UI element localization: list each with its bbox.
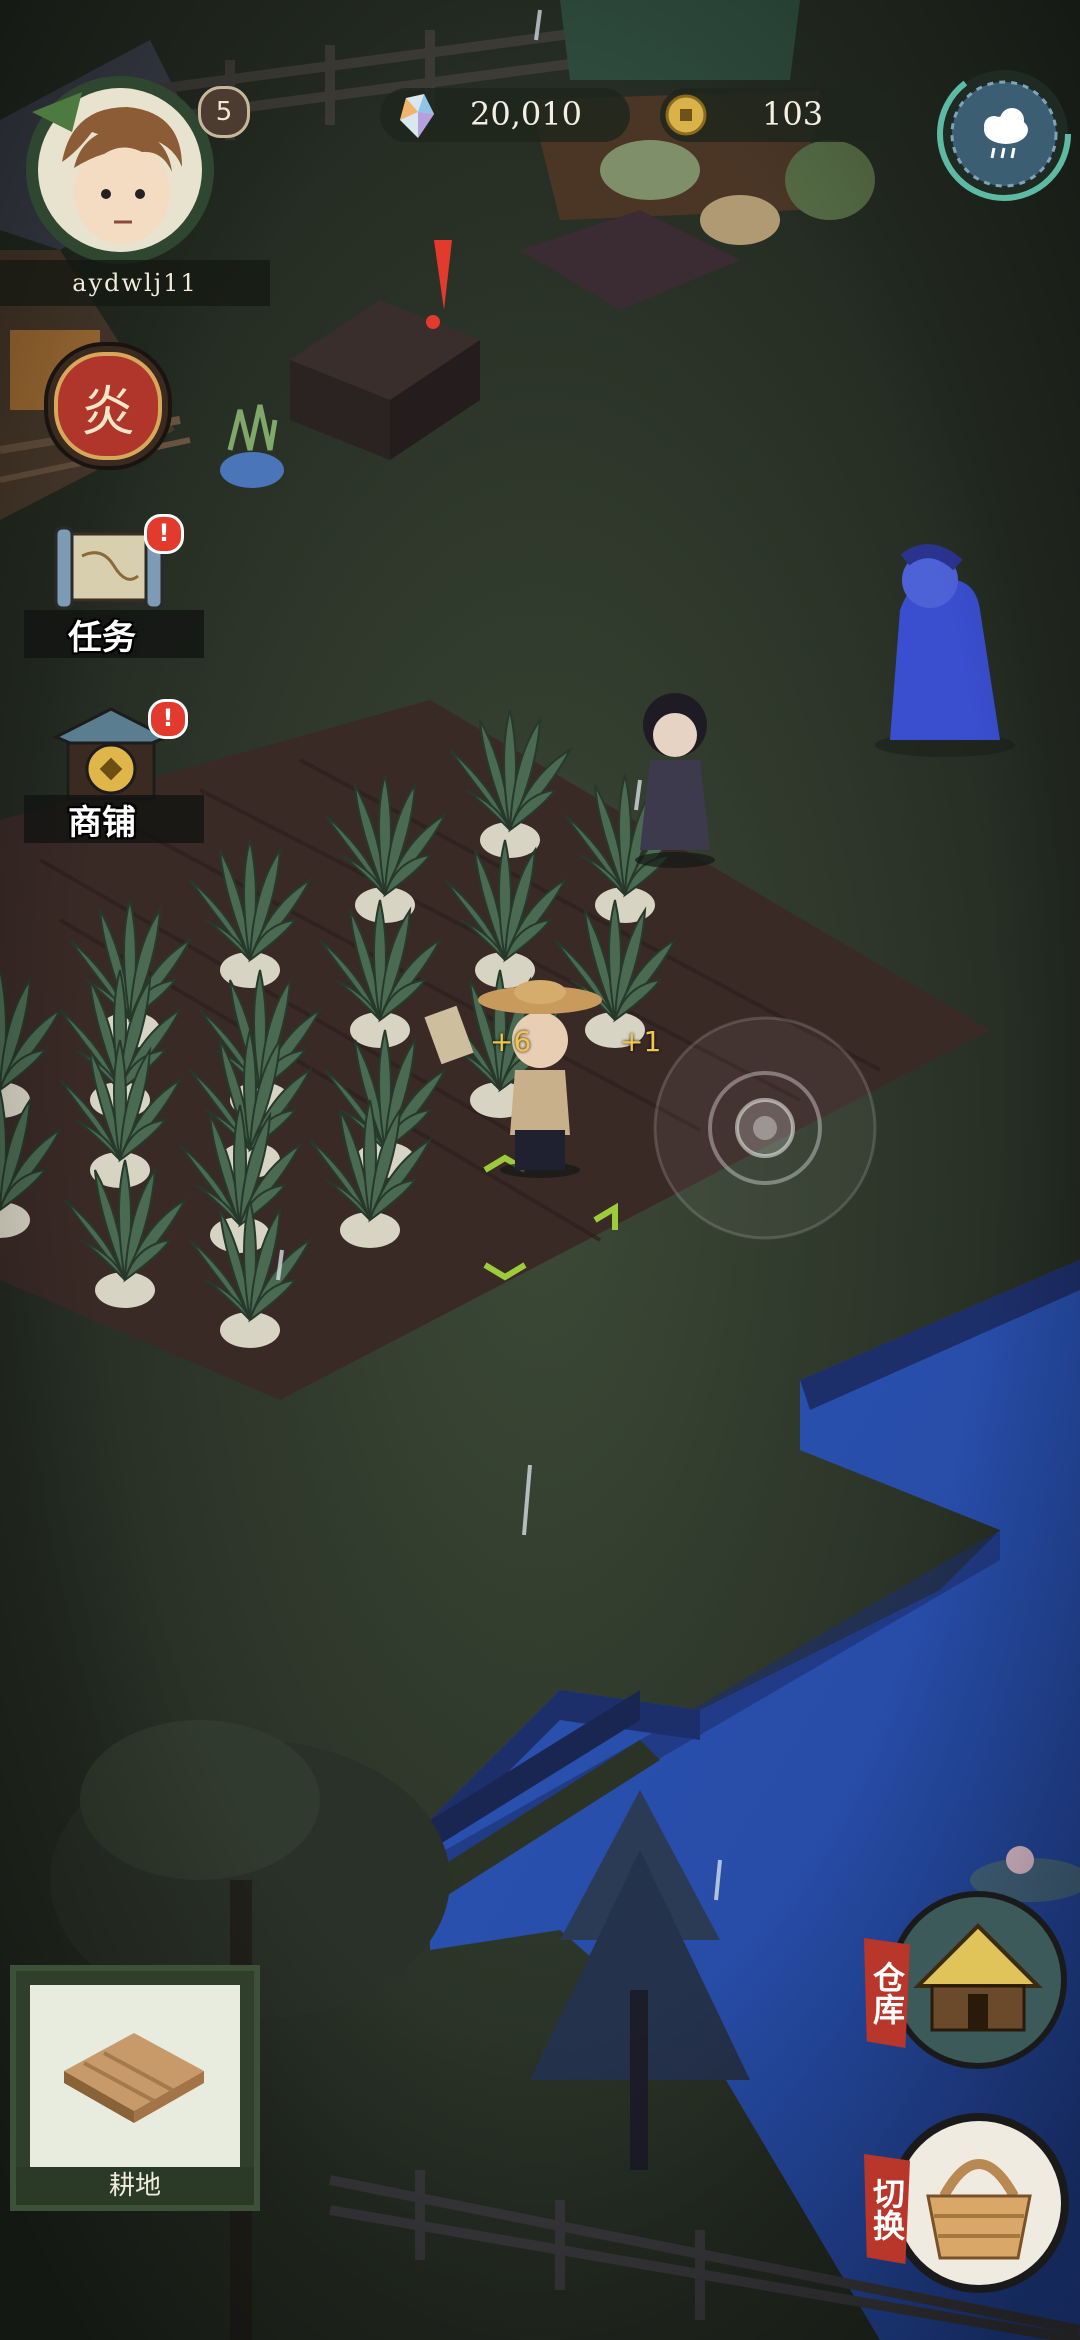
avatar-button[interactable] bbox=[22, 72, 218, 268]
switch-button[interactable]: 切换 bbox=[864, 2106, 1074, 2306]
player-level: 5 bbox=[215, 97, 233, 127]
avatar bbox=[26, 76, 214, 264]
warehouse-label-tag: 仓库 bbox=[864, 1938, 910, 2048]
tasks-label: 任务 bbox=[68, 618, 136, 658]
yield-floater: +6 bbox=[490, 1025, 532, 1058]
weather-button[interactable] bbox=[936, 66, 1072, 202]
fire-skill-icon: 炎 bbox=[54, 352, 162, 460]
shop-button[interactable]: ! 商铺 bbox=[24, 695, 204, 845]
farmland-label-bar: 耕地 bbox=[16, 2167, 254, 2205]
switch-label-tag: 切换 bbox=[864, 2154, 910, 2264]
player-name: aydwlj11 bbox=[72, 269, 198, 297]
player-name-plate: aydwlj11 bbox=[0, 260, 270, 306]
skill-glyph: 炎 bbox=[81, 379, 135, 443]
farmland-label: 耕地 bbox=[108, 2171, 161, 2201]
player-level-badge: 5 bbox=[198, 86, 250, 138]
weather-badge bbox=[937, 67, 1071, 201]
switch-label: 切换 bbox=[868, 2177, 906, 2241]
shop-alert-badge: ! bbox=[148, 699, 188, 739]
warehouse-button[interactable]: 仓库 bbox=[864, 1890, 1074, 2080]
copper-coin-icon bbox=[665, 94, 707, 136]
thatched-hut-icon bbox=[889, 1891, 1067, 2069]
coins-counter[interactable]: 103 bbox=[660, 88, 900, 142]
tilled-soil-icon bbox=[64, 2033, 204, 2123]
farmland-build-card[interactable]: 耕地 bbox=[10, 1965, 260, 2211]
game-scene[interactable]: +6 +1 5 aydwlj11 20,010 103 炎 ! 任务 ! 商铺 … bbox=[0, 0, 1080, 2340]
gems-counter[interactable]: 20,010 bbox=[380, 88, 630, 142]
basket-icon bbox=[889, 2113, 1069, 2293]
tasks-alert-badge: ! bbox=[144, 514, 184, 554]
coins-value: 103 bbox=[762, 95, 824, 133]
tasks-button[interactable]: ! 任务 bbox=[24, 510, 204, 660]
shop-label: 商铺 bbox=[68, 803, 136, 843]
warehouse-label: 仓库 bbox=[868, 1961, 906, 2025]
yield-floater: +1 bbox=[620, 1025, 662, 1058]
gems-value: 20,010 bbox=[470, 95, 582, 133]
virtual-joystick[interactable] bbox=[653, 1016, 877, 1240]
skill-button[interactable]: 炎 bbox=[44, 342, 172, 470]
gem-crystal-icon bbox=[400, 94, 434, 138]
